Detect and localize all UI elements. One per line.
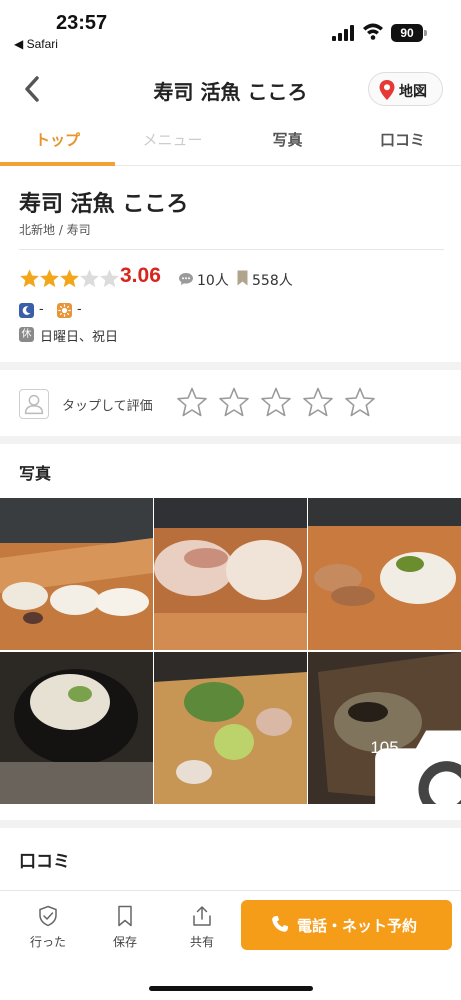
reserve-label: 電話・ネット予約 xyxy=(297,917,418,935)
shop-name: 寿司 活魚 こころ xyxy=(19,192,189,217)
bookmark-icon xyxy=(118,905,132,927)
rate-star-3-icon[interactable] xyxy=(260,386,292,418)
photo-thumbnail[interactable] xyxy=(0,498,153,650)
rate-star-1-icon[interactable] xyxy=(176,386,208,418)
holidays: 日曜日、祝日 xyxy=(40,330,119,345)
reviews-section-title: 口コミ xyxy=(19,852,70,872)
save-label: 保存 xyxy=(112,935,137,949)
moon-icon xyxy=(19,303,34,318)
photo-thumbnail[interactable] xyxy=(154,652,307,804)
home-indicator xyxy=(149,986,313,991)
dinner-budget: - xyxy=(39,302,44,317)
photo-thumbnail[interactable] xyxy=(154,498,307,650)
tab-photos[interactable]: 写真 xyxy=(230,118,345,165)
visited-button[interactable]: 行った xyxy=(18,905,78,955)
divider xyxy=(19,249,444,250)
shop-area-genre[interactable]: 北新地 / 寿司 xyxy=(19,221,91,238)
battery-tip xyxy=(424,30,427,36)
status-time: 23:57 xyxy=(56,12,108,34)
save-count[interactable]: 558人 xyxy=(252,270,293,290)
photo-more-thumbnail[interactable]: 105 xyxy=(308,652,461,804)
rate-star-4-icon[interactable] xyxy=(302,386,334,418)
photos-section-title: 写真 xyxy=(19,464,52,483)
battery-indicator: 90 xyxy=(391,24,423,42)
wifi-icon xyxy=(363,23,383,40)
tap-to-rate-label: タップして評価 xyxy=(62,399,153,414)
active-tab-indicator xyxy=(0,162,115,166)
user-avatar-icon xyxy=(19,389,49,419)
visited-label: 行った xyxy=(29,935,66,949)
rate-star-5-icon[interactable] xyxy=(344,386,376,418)
section-separator xyxy=(0,362,461,370)
photo-count-overlay: 105 xyxy=(308,652,461,804)
star-filled-icon xyxy=(60,269,79,288)
share-icon xyxy=(193,906,211,926)
photo-thumbnail[interactable] xyxy=(308,498,461,650)
tab-reviews[interactable]: 口コミ xyxy=(345,118,460,165)
tab-menu[interactable]: メニュー xyxy=(115,118,230,165)
map-button-label: 地図 xyxy=(399,84,427,100)
speech-bubble-icon xyxy=(179,273,193,285)
holiday-icon: 休 xyxy=(19,327,34,342)
check-shield-icon xyxy=(39,905,57,927)
tab-top[interactable]: トップ xyxy=(0,118,115,165)
rating-score: 3.06 xyxy=(120,264,161,287)
star-empty-icon xyxy=(80,269,99,288)
reserve-button[interactable]: 電話・ネット予約 xyxy=(241,900,452,950)
sun-icon xyxy=(57,303,72,318)
save-button[interactable]: 保存 xyxy=(95,905,155,955)
share-label: 共有 xyxy=(189,935,214,949)
bottom-action-bar: 行った 保存 共有 電話・ネット予約 xyxy=(0,890,461,1000)
star-empty-icon xyxy=(100,269,119,288)
map-pin-icon xyxy=(379,80,395,100)
section-separator xyxy=(0,820,461,828)
section-separator xyxy=(0,436,461,444)
bookmark-icon xyxy=(237,270,248,286)
rate-star-2-icon[interactable] xyxy=(218,386,250,418)
back-to-safari-link[interactable]: ◀ Safari xyxy=(14,37,58,51)
photo-count: 105 xyxy=(370,738,399,757)
photo-grid: 105 xyxy=(0,498,461,804)
rate-section: タップして評価 xyxy=(0,370,461,436)
phone-icon xyxy=(272,916,288,932)
status-bar: 23:57 ◀ Safari 90 xyxy=(0,0,461,62)
share-button[interactable]: 共有 xyxy=(172,905,232,955)
star-filled-icon xyxy=(20,269,39,288)
map-button[interactable]: 地図 xyxy=(368,72,443,106)
star-filled-icon xyxy=(40,269,59,288)
tab-bar: トップ メニュー 写真 口コミ xyxy=(0,118,461,166)
cellular-signal-icon xyxy=(332,25,354,41)
navigation-bar: 寿司 活魚 こころ 地図 xyxy=(0,62,461,118)
lunch-budget: - xyxy=(77,302,82,317)
photo-thumbnail[interactable] xyxy=(0,652,153,804)
review-count[interactable]: 10人 xyxy=(197,270,229,290)
